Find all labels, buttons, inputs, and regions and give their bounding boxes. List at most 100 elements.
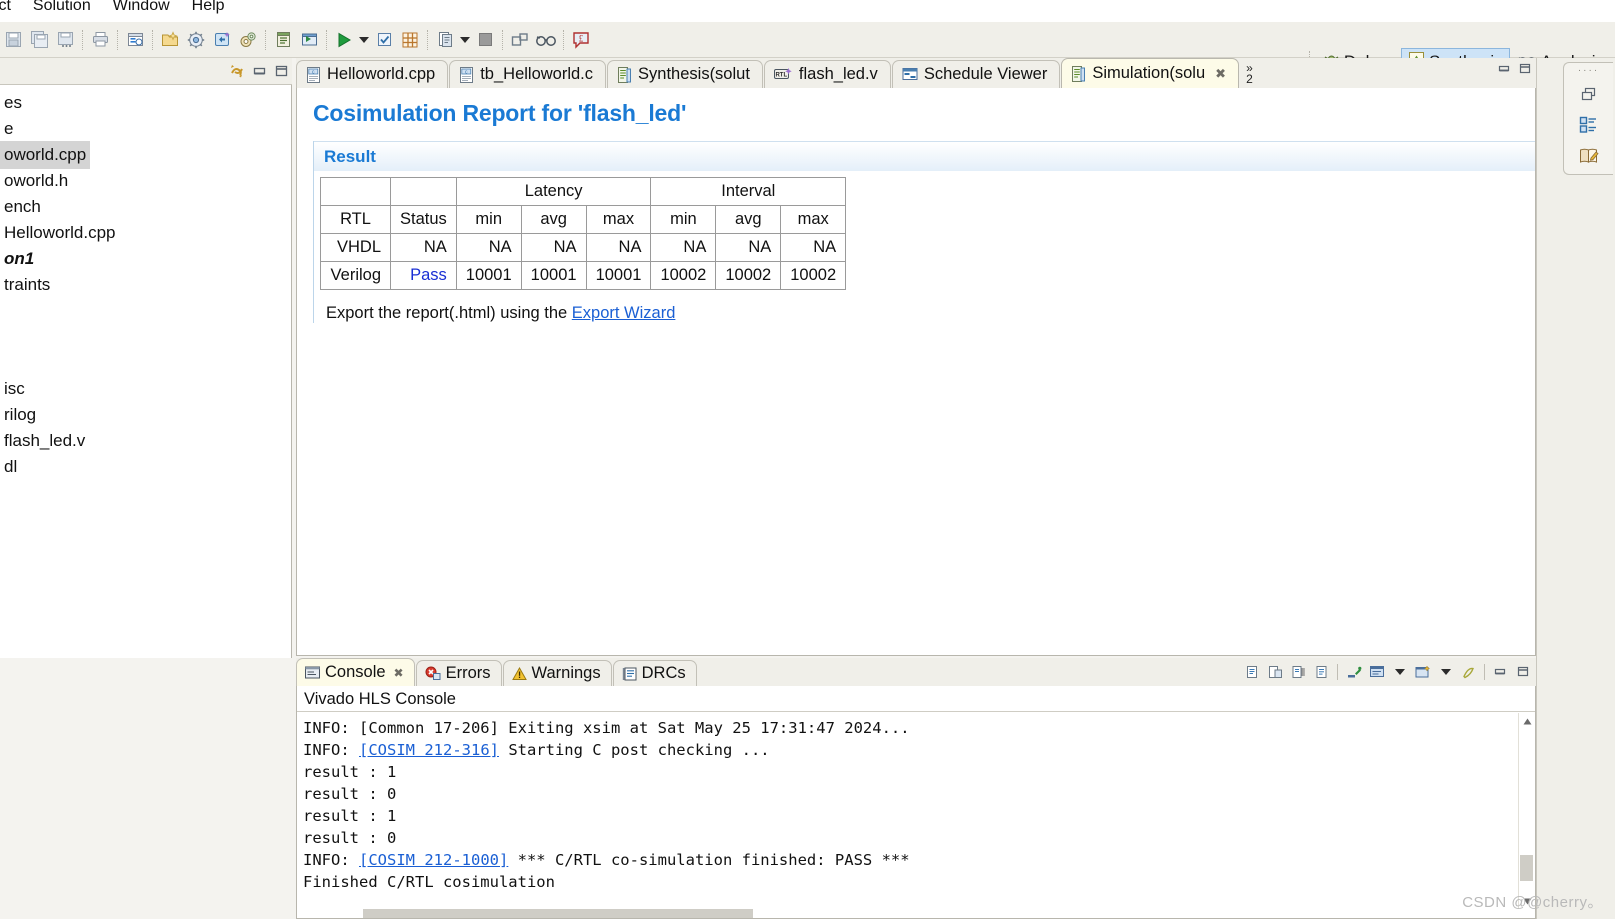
new-solution-button[interactable]	[210, 28, 234, 52]
cell-latency-max: NA	[585, 233, 652, 262]
console-scroll-thumb[interactable]	[1520, 855, 1533, 881]
tree-item[interactable]: es	[0, 89, 291, 115]
editor-tab[interactable]: Schedule Viewer	[891, 60, 1061, 88]
tree-item[interactable]	[0, 297, 291, 323]
menu-item-window[interactable]: Window	[102, 0, 181, 15]
run-c-simulation-button[interactable]	[271, 28, 295, 52]
compare-dropdown[interactable]	[458, 28, 472, 52]
editor-tab[interactable]: c Helloworld.cpp	[296, 60, 449, 88]
console-tab[interactable]: Warnings	[502, 660, 612, 686]
export-wizard-link[interactable]: Export Wizard	[572, 304, 676, 322]
schedule-viewer-icon	[902, 67, 918, 82]
tree-item[interactable]	[0, 349, 291, 375]
scroll-lock-icon[interactable]	[1343, 662, 1364, 683]
editor-notes-icon[interactable]	[1576, 144, 1602, 168]
editor-tab[interactable]: RTL flash_led.v	[763, 60, 891, 88]
compare-reports-button[interactable]	[433, 28, 457, 52]
tree-item[interactable]: Helloworld.cpp	[0, 219, 291, 245]
export-rtl-button[interactable]	[398, 28, 422, 52]
open-console-dropdown[interactable]	[1435, 662, 1456, 683]
editor-tab[interactable]: Synthesis(solut	[607, 60, 763, 88]
tree-item[interactable]: flash_led.v	[0, 427, 291, 453]
console-tab[interactable]: DRCs	[612, 660, 697, 686]
menu-item-help[interactable]: Help	[181, 0, 236, 15]
editor-minimize-button[interactable]	[1497, 62, 1511, 76]
column-header: max	[585, 205, 652, 234]
tree-item[interactable]: isc	[0, 375, 291, 401]
tab-overflow-indicator[interactable]: » 2	[1246, 60, 1253, 88]
save-all-button[interactable]	[27, 28, 51, 52]
cell-interval-avg: NA	[715, 233, 782, 262]
tree-item[interactable]: rilog	[0, 401, 291, 427]
project-settings-button[interactable]	[123, 28, 147, 52]
explorer-minimize-button[interactable]	[248, 60, 270, 82]
tree-item[interactable]: oworld.cpp	[0, 141, 291, 169]
console-vertical-scrollbar[interactable]	[1518, 713, 1534, 909]
close-icon[interactable]: ✖	[1215, 66, 1226, 82]
paste-icon[interactable]	[1265, 662, 1286, 683]
new-project-button[interactable]	[158, 28, 182, 52]
scroll-up-arrow-icon[interactable]	[1519, 713, 1535, 729]
console-message-link[interactable]: [COSIM 212-1000]	[359, 851, 508, 869]
project-explorer-tree[interactable]: es e oworld.cpp oworld.h ench Helloworld.cpp o…	[0, 85, 291, 658]
tree-item[interactable]: dl	[0, 453, 291, 479]
console-line: INFO: [COSIM 212-316] Starting C post ch…	[303, 739, 1518, 761]
tree-item[interactable]: on1	[0, 245, 291, 271]
run-c-synthesis-button[interactable]	[297, 28, 321, 52]
open-console-icon[interactable]	[1412, 662, 1433, 683]
console-line: INFO: [Common 17-206] Exiting xsim at Sa…	[303, 719, 910, 737]
copy-output-icon[interactable]	[1242, 662, 1263, 683]
editor-tab[interactable]: c tb_Helloworld.c	[449, 60, 607, 88]
tab-overflow-count: 2	[1246, 72, 1253, 86]
svg-text:£: £	[579, 33, 584, 43]
console-output[interactable]: INFO: [Common 17-206] Exiting xsim at Sa…	[297, 713, 1518, 909]
console-minimize-button[interactable]	[1490, 662, 1511, 683]
cell-latency-avg: NA	[520, 233, 587, 262]
tree-item[interactable]: e	[0, 115, 291, 141]
save-as-button[interactable]	[53, 28, 77, 52]
terminate-output-icon[interactable]	[1288, 662, 1309, 683]
chevron-down-icon	[359, 36, 369, 43]
tree-item[interactable]: oworld.h	[0, 167, 291, 193]
restore-icon[interactable]	[1576, 82, 1602, 106]
console-line: result : 1	[303, 807, 397, 825]
console-horizontal-scrollbar[interactable]	[297, 909, 1518, 918]
analysis-view-button[interactable]	[534, 28, 558, 52]
tree-item[interactable]: ench	[0, 193, 291, 219]
run-button[interactable]	[332, 28, 356, 52]
run-cosimulation-button[interactable]	[372, 28, 396, 52]
editor-tab[interactable]: Simulation(solu ✖	[1061, 58, 1240, 88]
run-dropdown[interactable]	[357, 28, 371, 52]
menu-item-project[interactable]: ject	[0, 0, 22, 15]
explorer-maximize-button[interactable]	[270, 60, 292, 82]
rtl-file-icon: RTL	[773, 67, 793, 82]
editor-maximize-button[interactable]	[1518, 62, 1532, 76]
outline-view-icon[interactable]	[1576, 113, 1602, 137]
run-settings-button[interactable]	[236, 28, 260, 52]
cell-interval-max: NA	[780, 233, 847, 262]
save-button[interactable]	[1, 28, 25, 52]
link-with-editor-icon[interactable]	[226, 60, 248, 82]
print-button[interactable]	[88, 28, 112, 52]
tree-item[interactable]: traints	[0, 271, 291, 297]
currency-button[interactable]: £	[569, 28, 593, 52]
error-icon	[425, 666, 441, 681]
close-icon[interactable]: ✖	[394, 666, 404, 680]
console-message-link[interactable]: [COSIM 212-316]	[359, 741, 499, 759]
open-report-button[interactable]	[508, 28, 532, 52]
tree-item[interactable]	[0, 323, 291, 349]
pin-console-icon[interactable]	[1458, 662, 1479, 683]
display-selected-console-icon[interactable]	[1366, 662, 1387, 683]
console-hscroll-thumb[interactable]	[363, 909, 753, 918]
console-maximize-button[interactable]	[1513, 662, 1534, 683]
cosimulation-result-table: Latency Interval RTL Status min avg max min avg m…	[320, 177, 847, 290]
console-tab[interactable]: Console ✖	[296, 658, 415, 686]
display-console-dropdown[interactable]	[1389, 662, 1410, 683]
solution-settings-button[interactable]	[184, 28, 208, 52]
cell-rtl: Verilog	[320, 261, 391, 290]
stop-button[interactable]	[473, 28, 497, 52]
drag-handle[interactable]: ····	[1578, 66, 1599, 76]
console-tab[interactable]: Errors	[415, 660, 502, 686]
clear-console-icon[interactable]	[1311, 662, 1332, 683]
menu-item-solution[interactable]: Solution	[22, 0, 102, 15]
